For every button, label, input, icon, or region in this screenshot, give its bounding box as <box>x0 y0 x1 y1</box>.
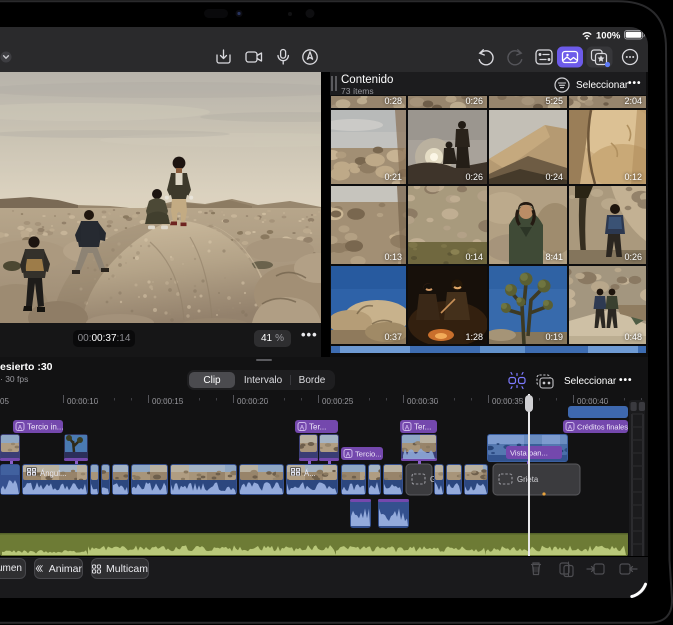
svg-text:Ángul...: Ángul... <box>40 469 66 478</box>
svg-text:Ter...: Ter... <box>414 423 431 432</box>
svg-text:Créditos finales: Créditos finales <box>577 423 628 432</box>
svg-text:Tercio...: Tercio... <box>355 450 382 459</box>
svg-text:A: A <box>346 451 351 458</box>
svg-text:Ter...: Ter... <box>309 423 326 432</box>
svg-text:Tercio in...: Tercio in... <box>27 423 63 432</box>
svg-text:A: A <box>300 424 305 431</box>
svg-text:A: A <box>18 424 23 431</box>
svg-text:Á...: Á... <box>304 469 316 478</box>
svg-text:A: A <box>405 424 410 431</box>
svg-text:A: A <box>568 424 573 431</box>
